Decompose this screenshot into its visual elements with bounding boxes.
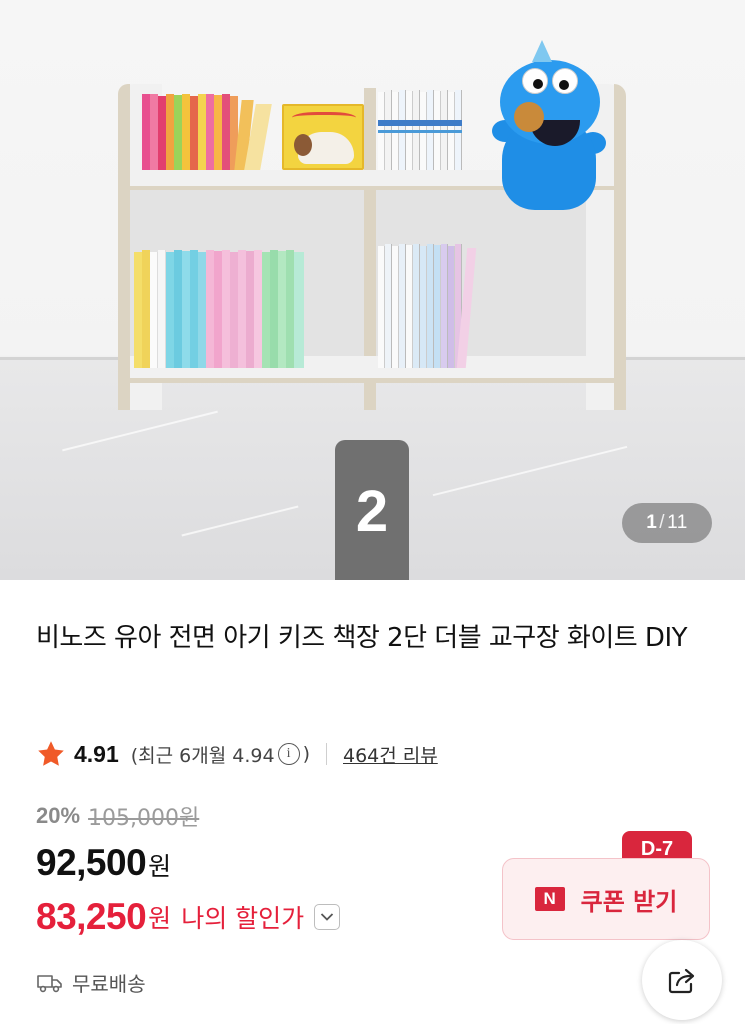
review-count-link[interactable]: 464건 리뷰	[343, 741, 438, 768]
my-discount-price-row[interactable]: 83,250 원 나의 할인가	[36, 896, 341, 938]
total-pages: 11	[667, 512, 688, 533]
recent-rating-close: )	[302, 743, 310, 765]
floor-marble	[62, 410, 218, 452]
sale-price-unit: 원	[148, 852, 172, 881]
current-page: 1	[646, 512, 658, 533]
my-discount-price-unit: 원	[148, 904, 172, 933]
sale-price: 92,500	[36, 842, 147, 883]
price-row: 92,500 원	[36, 842, 171, 884]
original-price: 105,000원	[88, 806, 200, 831]
coupon-button-label: 쿠폰 받기	[580, 887, 678, 916]
discount-rate: 20%	[36, 803, 81, 828]
info-icon[interactable]: i	[277, 743, 300, 765]
my-discount-price: 83,250	[36, 896, 147, 937]
rating-score: 4.91	[74, 740, 119, 767]
share-icon	[668, 968, 695, 994]
shipping-label: 무료배송	[72, 972, 146, 996]
rating-row: 4.91 (최근 6개월 4.94 i ) 464건 리뷰	[36, 734, 438, 774]
product-image-gallery[interactable]: 2 1 / 11	[0, 0, 745, 580]
floor-marble	[432, 445, 628, 497]
page-separator: /	[659, 512, 666, 533]
star-icon	[38, 741, 64, 766]
truck-icon	[37, 974, 62, 992]
discount-row: 20% 105,000원	[36, 800, 199, 832]
coupon-download-button[interactable]: N 쿠폰 받기	[502, 858, 710, 940]
image-number-badge: 2	[335, 440, 409, 580]
image-number: 2	[355, 478, 389, 544]
chevron-down-icon[interactable]	[314, 904, 341, 930]
naver-n-icon: N	[534, 887, 565, 911]
recent-rating-text: (최근 6개월 4.94	[130, 744, 275, 767]
shipping-info: 무료배송	[36, 968, 146, 997]
my-discount-price-label: 나의 할인가	[181, 904, 305, 933]
recent-rating: (최근 6개월 4.94 i )	[131, 741, 310, 768]
floor-marble	[181, 505, 299, 537]
share-button[interactable]	[642, 940, 722, 1020]
image-page-indicator: 1 / 11	[622, 503, 712, 543]
product-title: 비노즈 유아 전면 아기 키즈 책장 2단 더블 교구장 화이트 DIY	[36, 623, 688, 653]
divider	[326, 743, 327, 765]
